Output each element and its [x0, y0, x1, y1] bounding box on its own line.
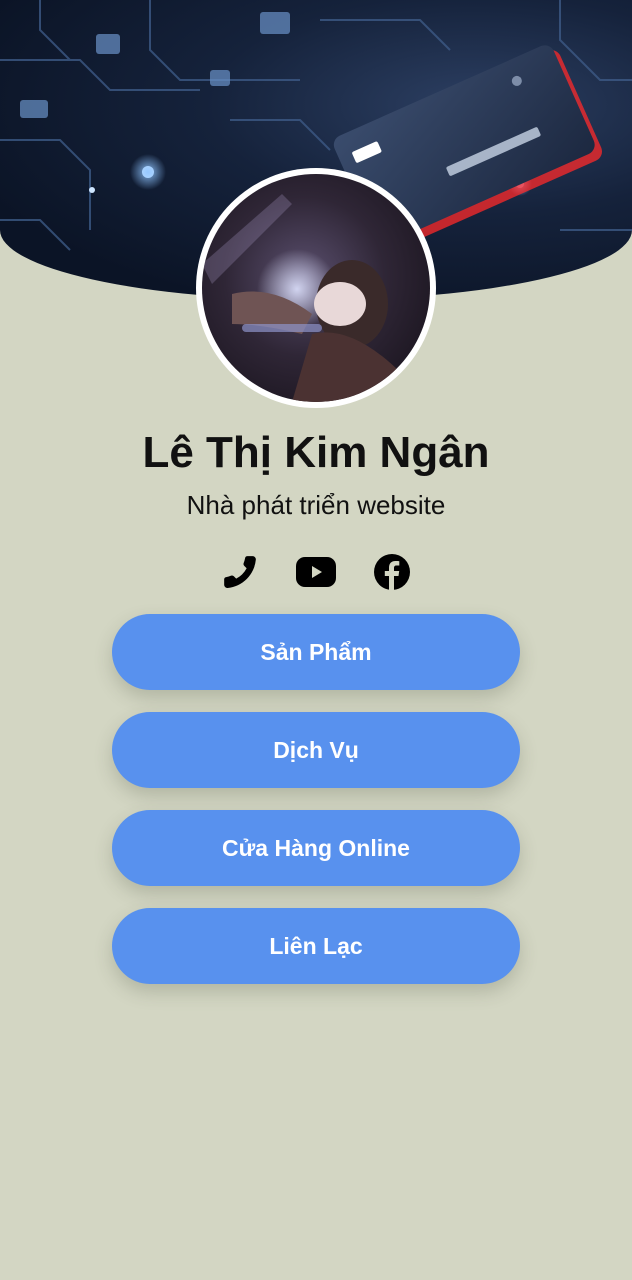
- profile-role: Nhà phát triển website: [186, 490, 446, 520]
- online-store-button[interactable]: Cửa Hàng Online: [112, 810, 520, 886]
- facebook-icon[interactable]: [372, 552, 412, 592]
- link-list: Sản Phẩm Dịch Vụ Cửa Hàng Online Liên Lạ…: [112, 614, 520, 1006]
- services-button[interactable]: Dịch Vụ: [112, 712, 520, 788]
- youtube-icon[interactable]: [296, 552, 336, 592]
- profile-name: Lê Thị Kim Ngân: [142, 428, 490, 477]
- contact-button[interactable]: Liên Lạc: [112, 908, 520, 984]
- avatar: [196, 168, 436, 408]
- products-button[interactable]: Sản Phẩm: [112, 614, 520, 690]
- phone-icon[interactable]: [220, 552, 260, 592]
- social-links: [0, 548, 632, 596]
